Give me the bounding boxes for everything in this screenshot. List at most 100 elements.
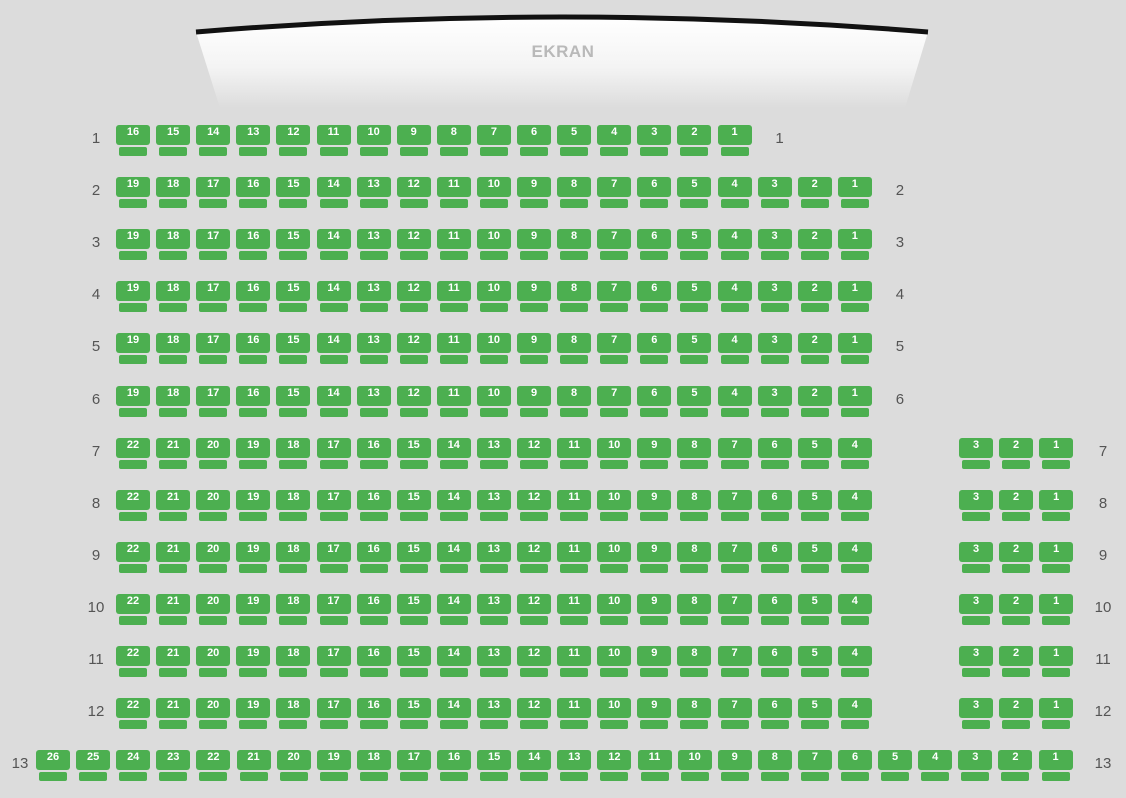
seat[interactable]: 19 xyxy=(316,750,351,782)
seat[interactable]: 6 xyxy=(637,177,672,209)
seat[interactable]: 4 xyxy=(717,385,752,418)
seat[interactable]: 9 xyxy=(396,125,431,157)
seat[interactable]: 8 xyxy=(677,489,712,522)
seat[interactable]: 14 xyxy=(316,385,351,418)
seat[interactable]: 6 xyxy=(637,333,672,365)
seat[interactable]: 18 xyxy=(156,333,191,365)
seat[interactable]: 5 xyxy=(557,125,592,157)
seat[interactable]: 11 xyxy=(557,437,592,470)
seat[interactable]: 11 xyxy=(557,541,592,574)
seat[interactable]: 12 xyxy=(517,437,551,470)
seat[interactable]: 12 xyxy=(517,698,551,730)
seat[interactable]: 12 xyxy=(396,385,431,418)
seat[interactable]: 12 xyxy=(517,541,551,574)
seat[interactable]: 1 xyxy=(1039,698,1074,730)
seat[interactable]: 16 xyxy=(236,177,271,209)
seat[interactable]: 6 xyxy=(838,750,872,782)
seat[interactable]: 5 xyxy=(677,333,712,365)
seat[interactable]: 5 xyxy=(677,385,712,418)
seat[interactable]: 2 xyxy=(999,489,1034,522)
seat[interactable]: 15 xyxy=(156,125,191,157)
seat[interactable]: 11 xyxy=(436,229,471,261)
seat[interactable]: 18 xyxy=(276,437,311,470)
seat[interactable]: 20 xyxy=(196,489,231,522)
seat[interactable]: 3 xyxy=(757,333,792,365)
seat[interactable]: 8 xyxy=(557,333,592,365)
seat[interactable]: 7 xyxy=(597,385,632,418)
seat[interactable]: 1 xyxy=(1039,489,1074,522)
seat[interactable]: 14 xyxy=(316,229,351,261)
seat[interactable]: 19 xyxy=(116,385,150,418)
seat[interactable]: 18 xyxy=(156,177,191,209)
seat[interactable]: 11 xyxy=(557,593,592,626)
seat[interactable]: 11 xyxy=(557,698,592,730)
seat[interactable]: 10 xyxy=(476,333,511,365)
seat[interactable]: 22 xyxy=(116,437,150,470)
seat[interactable]: 15 xyxy=(276,281,311,313)
seat[interactable]: 8 xyxy=(677,437,712,470)
seat[interactable]: 6 xyxy=(757,437,792,470)
seat[interactable]: 9 xyxy=(517,281,551,313)
seat[interactable]: 19 xyxy=(236,698,271,730)
seat[interactable]: 12 xyxy=(517,489,551,522)
seat[interactable]: 1 xyxy=(837,229,872,261)
seat[interactable]: 6 xyxy=(757,698,792,730)
seat[interactable]: 15 xyxy=(276,333,311,365)
seat[interactable]: 10 xyxy=(476,177,511,209)
seat[interactable]: 1 xyxy=(1039,646,1074,678)
seat[interactable]: 6 xyxy=(757,646,792,678)
seat[interactable]: 18 xyxy=(356,750,391,782)
seat[interactable]: 16 xyxy=(356,646,391,678)
seat[interactable]: 8 xyxy=(557,177,592,209)
seat[interactable]: 16 xyxy=(356,541,391,574)
seat[interactable]: 13 xyxy=(476,437,511,470)
seat[interactable]: 8 xyxy=(557,281,592,313)
seat[interactable]: 14 xyxy=(316,281,351,313)
seat[interactable]: 1 xyxy=(717,125,752,157)
seat[interactable]: 10 xyxy=(597,437,632,470)
seat[interactable]: 4 xyxy=(717,281,752,313)
seat[interactable]: 21 xyxy=(156,437,191,470)
seat[interactable]: 15 xyxy=(477,750,512,782)
seat[interactable]: 13 xyxy=(557,750,592,782)
seat[interactable]: 12 xyxy=(396,333,431,365)
seat[interactable]: 2 xyxy=(677,125,712,157)
seat[interactable]: 2 xyxy=(999,646,1034,678)
seat[interactable]: 6 xyxy=(757,489,792,522)
seat[interactable]: 6 xyxy=(517,125,551,157)
seat[interactable]: 13 xyxy=(356,177,391,209)
seat[interactable]: 1 xyxy=(1039,593,1074,626)
seat[interactable]: 14 xyxy=(316,333,351,365)
seat[interactable]: 9 xyxy=(637,489,672,522)
seat[interactable]: 11 xyxy=(557,646,592,678)
seat[interactable]: 13 xyxy=(356,385,391,418)
seat[interactable]: 10 xyxy=(356,125,391,157)
seat[interactable]: 2 xyxy=(999,698,1034,730)
seat[interactable]: 6 xyxy=(637,281,672,313)
seat[interactable]: 7 xyxy=(717,541,752,574)
seat[interactable]: 5 xyxy=(797,541,832,574)
seat[interactable]: 14 xyxy=(517,750,552,782)
seat[interactable]: 12 xyxy=(517,593,551,626)
seat[interactable]: 16 xyxy=(356,698,391,730)
seat[interactable]: 12 xyxy=(396,281,431,313)
seat[interactable]: 8 xyxy=(677,541,712,574)
seat[interactable]: 18 xyxy=(156,229,191,261)
seat[interactable]: 17 xyxy=(316,489,351,522)
seat[interactable]: 10 xyxy=(597,489,632,522)
seat[interactable]: 7 xyxy=(797,750,832,782)
seat[interactable]: 18 xyxy=(276,646,311,678)
seat[interactable]: 9 xyxy=(517,385,551,418)
seat[interactable]: 5 xyxy=(797,593,832,626)
seat[interactable]: 21 xyxy=(156,489,191,522)
seat[interactable]: 8 xyxy=(677,646,712,678)
seat[interactable]: 7 xyxy=(717,698,752,730)
seat[interactable]: 3 xyxy=(958,750,993,782)
seat[interactable]: 19 xyxy=(116,281,150,313)
seat[interactable]: 16 xyxy=(356,593,391,626)
seat[interactable]: 13 xyxy=(476,646,511,678)
seat[interactable]: 7 xyxy=(717,646,752,678)
seat[interactable]: 15 xyxy=(396,541,431,574)
seat[interactable]: 5 xyxy=(797,489,832,522)
seat[interactable]: 13 xyxy=(476,489,511,522)
